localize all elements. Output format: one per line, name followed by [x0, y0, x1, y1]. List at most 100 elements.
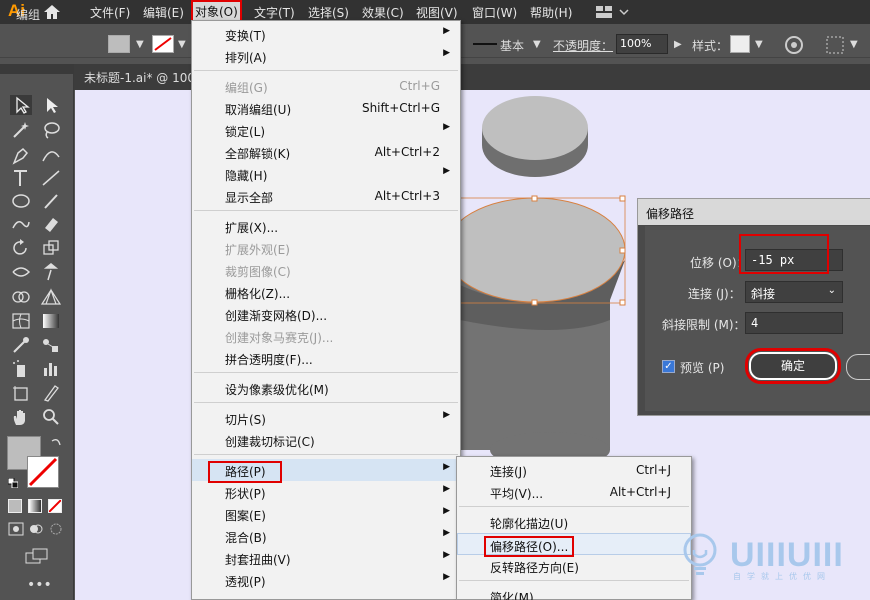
fill-swatch[interactable]: [108, 35, 130, 53]
shape-builder-tool-icon[interactable]: [10, 287, 32, 307]
menu-item-perspective[interactable]: 透视(P) ▶: [192, 569, 460, 591]
cancel-button[interactable]: [846, 354, 870, 380]
draw-inside-icon[interactable]: [48, 522, 64, 536]
hand-tool-icon[interactable]: [10, 407, 32, 427]
menu-item-group[interactable]: 编组(G) Ctrl+G: [192, 75, 460, 97]
submenu-item-join[interactable]: 连接(J) Ctrl+J: [457, 459, 691, 481]
artboard-tool-icon[interactable]: [10, 383, 32, 403]
menu-item-create-trim-marks[interactable]: 创建裁切标记(C): [192, 429, 460, 451]
scale-tool-icon[interactable]: [40, 238, 62, 258]
width-tool-icon[interactable]: [10, 262, 32, 282]
opacity-arrow-icon[interactable]: ▶: [674, 39, 682, 50]
miter-limit-input[interactable]: 4: [745, 312, 843, 334]
eraser-tool-icon[interactable]: [40, 214, 62, 234]
submenu-item-reverse-path-direction[interactable]: 反转路径方向(E): [457, 555, 691, 577]
column-graph-tool-icon[interactable]: [40, 359, 62, 379]
menu-object[interactable]: 对象(O): [191, 0, 242, 24]
home-icon[interactable]: [42, 3, 62, 21]
menu-type[interactable]: 文字(T): [254, 4, 295, 21]
menu-item-unlock-all[interactable]: 全部解锁(K) Alt+Ctrl+2: [192, 141, 460, 163]
menu-item-hide[interactable]: 隐藏(H) ▶: [192, 163, 460, 185]
ellipse-tool-icon[interactable]: [10, 191, 32, 211]
menu-effect[interactable]: 效果(C): [362, 4, 404, 21]
menu-item-flatten-transparency[interactable]: 拼合透明度(F)...: [192, 347, 460, 369]
slice-tool-icon[interactable]: [40, 383, 62, 403]
gradient-tool-icon[interactable]: [40, 311, 62, 331]
menu-item-path[interactable]: 路径(P) ▶: [192, 459, 460, 483]
gradient-mode-icon[interactable]: [28, 499, 42, 513]
menu-view[interactable]: 视图(V): [416, 4, 458, 21]
submenu-item-outline-stroke[interactable]: 轮廓化描边(U): [457, 511, 691, 533]
workspace-switcher-icon[interactable]: [596, 5, 630, 19]
shaper-tool-icon[interactable]: [10, 214, 32, 234]
selection-tool-icon[interactable]: [10, 95, 32, 115]
menu-file[interactable]: 文件(F): [90, 4, 130, 21]
submenu-item-simplify[interactable]: 简化(M)...: [457, 585, 691, 600]
menu-item-ungroup[interactable]: 取消编组(U) Shift+Ctrl+G: [192, 97, 460, 119]
swap-colors-icon[interactable]: [50, 437, 62, 449]
submenu-item-average[interactable]: 平均(V)... Alt+Ctrl+J: [457, 481, 691, 503]
perspective-grid-tool-icon[interactable]: [40, 287, 62, 307]
cylinder-artwork[interactable]: [460, 90, 640, 470]
default-colors-icon[interactable]: [7, 477, 19, 489]
stroke-profile-label[interactable]: 基本: [500, 37, 524, 54]
mesh-tool-icon[interactable]: [10, 311, 32, 331]
stroke-color-box[interactable]: [27, 456, 59, 488]
magic-wand-tool-icon[interactable]: [10, 120, 32, 140]
symbol-sprayer-tool-icon[interactable]: [10, 359, 32, 379]
stroke-swatch[interactable]: [152, 35, 174, 53]
menu-item-shape[interactable]: 形状(P) ▶: [192, 481, 460, 503]
style-swatch[interactable]: [730, 35, 750, 53]
menu-item-arrange[interactable]: 排列(A) ▶: [192, 45, 460, 67]
line-tool-icon[interactable]: [40, 168, 62, 188]
menu-item-rasterize[interactable]: 栅格化(Z)...: [192, 281, 460, 303]
puppet-warp-tool-icon[interactable]: [40, 262, 62, 282]
stroke-profile-dropdown-icon[interactable]: ▼: [533, 39, 541, 50]
screen-mode-icon[interactable]: [25, 548, 49, 566]
menu-item-slice[interactable]: 切片(S) ▶: [192, 407, 460, 429]
menu-item-create-gradient-mesh[interactable]: 创建渐变网格(D)...: [192, 303, 460, 325]
menu-item-envelope-distort[interactable]: 封套扭曲(V) ▶: [192, 547, 460, 569]
menu-item-pixel-perfect[interactable]: 设为像素级优化(M): [192, 377, 460, 399]
opacity-input[interactable]: 100%: [616, 34, 668, 54]
ok-button[interactable]: 确定: [745, 348, 841, 384]
menu-item-expand[interactable]: 扩展(X)...: [192, 215, 460, 237]
menu-item-create-object-mosaic[interactable]: 创建对象马赛克(J)...: [192, 325, 460, 347]
menu-item-lock[interactable]: 锁定(L) ▶: [192, 119, 460, 141]
menu-select[interactable]: 选择(S): [308, 4, 349, 21]
menu-item-blend[interactable]: 混合(B) ▶: [192, 525, 460, 547]
menu-edit[interactable]: 编辑(E): [143, 4, 184, 21]
joins-select[interactable]: 斜接 ⌄: [745, 281, 843, 303]
align-dropdown-icon[interactable]: ▼: [850, 39, 858, 50]
zoom-tool-icon[interactable]: [40, 407, 62, 427]
menu-item-show-all[interactable]: 显示全部 Alt+Ctrl+3: [192, 185, 460, 207]
fill-dropdown-icon[interactable]: ▼: [136, 39, 144, 50]
draw-normal-icon[interactable]: [8, 522, 24, 536]
document-tab[interactable]: 未标题-1.ai* @ 100: [84, 69, 195, 86]
none-mode-icon[interactable]: [48, 499, 62, 513]
submenu-item-offset-path[interactable]: 偏移路径(O)...: [457, 533, 691, 557]
style-dropdown-icon[interactable]: ▼: [755, 39, 763, 50]
curvature-tool-icon[interactable]: [40, 145, 62, 165]
menu-window[interactable]: 窗口(W): [472, 4, 517, 21]
menu-help[interactable]: 帮助(H): [530, 4, 572, 21]
color-mode-icon[interactable]: [8, 499, 22, 513]
paintbrush-tool-icon[interactable]: [40, 191, 62, 211]
menu-item-crop-image[interactable]: 裁剪图像(C): [192, 259, 460, 281]
align-icon[interactable]: [825, 35, 845, 55]
eyedropper-tool-icon[interactable]: [10, 335, 32, 355]
menu-item-pattern[interactable]: 图案(E) ▶: [192, 503, 460, 525]
type-tool-icon[interactable]: [10, 168, 32, 188]
more-tools-icon[interactable]: •••: [27, 578, 52, 592]
draw-behind-icon[interactable]: [28, 522, 44, 536]
menu-item-expand-appearance[interactable]: 扩展外观(E): [192, 237, 460, 259]
stroke-dropdown-icon[interactable]: ▼: [178, 39, 186, 50]
preview-checkbox[interactable]: ✓: [662, 360, 675, 373]
direct-selection-tool-icon[interactable]: [40, 95, 62, 115]
lasso-tool-icon[interactable]: [40, 120, 62, 140]
menu-item-transform[interactable]: 变换(T) ▶: [192, 23, 460, 45]
pen-tool-icon[interactable]: [10, 145, 32, 165]
blend-tool-icon[interactable]: [40, 335, 62, 355]
rotate-tool-icon[interactable]: [10, 238, 32, 258]
recolor-icon[interactable]: [784, 35, 804, 55]
